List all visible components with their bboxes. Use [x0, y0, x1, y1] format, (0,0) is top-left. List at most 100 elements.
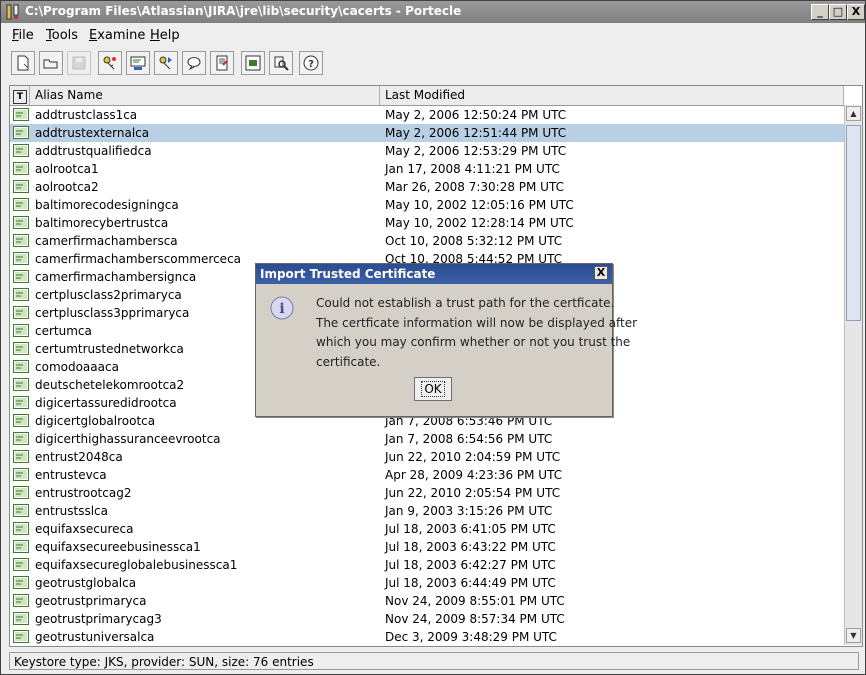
new-keystore-icon [17, 55, 29, 71]
help-button[interactable]: ? [299, 51, 323, 75]
table-row[interactable]: geotrustprimarycag3 Nov 24, 2009 8:57:34 … [10, 610, 844, 628]
modified-cell: Mar 26, 2008 7:30:28 PM UTC [385, 180, 564, 194]
table-row[interactable]: equifaxsecureebusinessca1 Jul 18, 2003 6:… [10, 538, 844, 556]
trusted-certificate-icon [13, 522, 29, 535]
menu-examine[interactable]: Examine [89, 28, 145, 43]
trusted-certificate-icon [13, 180, 29, 193]
alias-cell: certplusclass3pprimaryca [35, 306, 190, 320]
trusted-certificate-icon [13, 396, 29, 409]
menu-file[interactable]: File [12, 28, 34, 43]
trusted-certificate-icon [13, 252, 29, 265]
table-row[interactable]: entrustsslca Jan 9, 2003 3:15:26 PM UTC [10, 502, 844, 520]
table-row[interactable]: geotrustuniversalca Dec 3, 2009 3:48:29 P… [10, 628, 844, 646]
table-row[interactable]: entrustrootcag2 Jun 22, 2010 2:05:54 PM U… [10, 484, 844, 502]
menu-file-label: ile [18, 28, 34, 43]
alias-cell: digicerthighassuranceevrootca [35, 432, 221, 446]
trusted-certificate-icon [13, 504, 29, 517]
trusted-certificate-icon [13, 342, 29, 355]
maximize-button[interactable]: □ [829, 4, 847, 20]
close-button[interactable]: X [847, 4, 865, 20]
examine-certificate-button[interactable] [210, 51, 234, 75]
alias-cell: comodoaaaca [35, 360, 119, 374]
minimize-button[interactable]: _ [811, 4, 829, 20]
modified-cell: Jan 9, 2003 3:15:26 PM UTC [385, 504, 553, 518]
alias-cell: geotrustglobalca [35, 576, 137, 590]
set-password-icon [274, 56, 289, 71]
dialog-titlebar[interactable]: Import Trusted Certificate X [256, 264, 612, 284]
modified-column-header[interactable]: Last Modified [380, 86, 844, 105]
dialog-message-line: The certficate information will now be d… [316, 315, 638, 330]
table-header: T Alias Name Last Modified [10, 86, 844, 106]
svg-text:?: ? [308, 59, 314, 70]
trusted-certificate-icon [13, 306, 29, 319]
table-row[interactable]: addtrustexternalca May 2, 2006 12:51:44 P… [10, 124, 844, 142]
keystore-report-button[interactable] [182, 51, 206, 75]
trusted-certificate-icon [13, 144, 29, 157]
modified-cell: Jul 18, 2003 6:44:49 PM UTC [385, 576, 556, 590]
trusted-certificate-icon [13, 414, 29, 427]
table-row[interactable]: geotrustprimaryca Nov 24, 2009 8:55:01 PM… [10, 592, 844, 610]
alias-cell: addtrustexternalca [35, 126, 150, 140]
alias-cell: entrustevca [35, 468, 107, 482]
table-row[interactable]: aolrootca1 Jan 17, 2008 4:11:21 PM UTC [10, 160, 844, 178]
table-row[interactable]: baltimorecodesigningca May 10, 2002 12:05… [10, 196, 844, 214]
table-row[interactable]: equifaxsecureglobalebusinessca1 Jul 18, 2… [10, 556, 844, 574]
import-keypair-button[interactable] [154, 51, 178, 75]
table-row[interactable]: addtrustclass1ca May 2, 2006 12:50:24 PM … [10, 106, 844, 124]
alias-cell: digicertglobalrootca [35, 414, 156, 428]
set-password-button[interactable] [269, 51, 293, 75]
modified-cell: Jul 18, 2003 6:43:22 PM UTC [385, 540, 556, 554]
generate-keypair-button[interactable] [98, 51, 122, 75]
scroll-thumb[interactable] [846, 125, 861, 321]
menu-help[interactable]: Help [150, 28, 180, 43]
trusted-certificate-icon [13, 468, 29, 481]
ok-button[interactable]: OK [414, 377, 452, 401]
modified-cell: Nov 24, 2009 8:55:01 PM UTC [385, 594, 565, 608]
modified-cell: Jan 7, 2008 6:54:56 PM UTC [385, 432, 553, 446]
modified-cell: May 2, 2006 12:51:44 PM UTC [385, 126, 567, 140]
alias-column-header[interactable]: Alias Name [30, 86, 380, 105]
open-keystore-icon [43, 59, 58, 69]
trusted-certificate-icon [13, 450, 29, 463]
alias-cell: entrust2048ca [35, 450, 123, 464]
examine-certificate-icon [216, 55, 228, 71]
table-row[interactable]: aolrootca2 Mar 26, 2008 7:30:28 PM UTC [10, 178, 844, 196]
modified-cell: Apr 28, 2009 4:23:36 PM UTC [385, 468, 563, 482]
table-row[interactable]: geotrustglobalca Jul 18, 2003 6:44:49 PM … [10, 574, 844, 592]
trusted-certificate-icon [13, 108, 29, 121]
trusted-certificate-icon [13, 162, 29, 175]
modified-cell: Jan 17, 2008 4:11:21 PM UTC [385, 162, 560, 176]
alias-cell: equifaxsecureebusinessca1 [35, 540, 201, 554]
trusted-certificate-icon [13, 216, 29, 229]
menu-tools[interactable]: Tools [46, 28, 78, 43]
save-keystore-button[interactable] [67, 51, 91, 75]
trusted-certificate-icon [13, 198, 29, 211]
table-row[interactable]: addtrustqualifiedca May 2, 2006 12:53:29 … [10, 142, 844, 160]
status-bar: Keystore type: JKS, provider: SUN, size:… [9, 652, 859, 670]
trusted-certificate-icon [13, 288, 29, 301]
new-keystore-button[interactable] [11, 51, 35, 75]
import-keypair-icon [159, 56, 172, 70]
table-row[interactable]: digicerthighassuranceevrootca Jan 7, 2008… [10, 430, 844, 448]
table-row[interactable]: baltimorecybertrustca May 10, 2002 12:28:… [10, 214, 844, 232]
modified-cell: Jul 18, 2003 6:42:27 PM UTC [385, 558, 556, 572]
table-row[interactable]: entrust2048ca Jun 22, 2010 2:04:59 PM UTC [10, 448, 844, 466]
window-titlebar[interactable]: C:\Program Files\Atlassian\JIRA\jre\lib\… [1, 1, 865, 23]
portecle-app-icon [6, 4, 19, 20]
dialog-close-button[interactable]: X [594, 266, 608, 280]
open-keystore-button[interactable] [39, 51, 63, 75]
scroll-up-button[interactable]: ▲ [846, 106, 861, 121]
table-row[interactable]: entrustevca Apr 28, 2009 4:23:36 PM UTC [10, 466, 844, 484]
modified-cell: Oct 10, 2008 5:32:12 PM UTC [385, 234, 563, 248]
import-trusted-cert-button[interactable] [126, 51, 150, 75]
trusted-certificate-icon [13, 630, 29, 643]
scroll-down-button[interactable]: ▼ [846, 628, 861, 643]
table-row[interactable]: camerfirmachambersca Oct 10, 2008 5:32:12… [10, 232, 844, 250]
vertical-scrollbar[interactable]: ▲ ▼ [844, 105, 862, 645]
examine-crl-button[interactable] [241, 51, 265, 75]
type-column-header[interactable]: T [10, 86, 30, 105]
table-row[interactable]: equifaxsecureca Jul 18, 2003 6:41:05 PM U… [10, 520, 844, 538]
modified-cell: Nov 24, 2009 8:57:34 PM UTC [385, 612, 565, 626]
dialog-title: Import Trusted Certificate [260, 267, 436, 281]
alias-cell: addtrustqualifiedca [35, 144, 152, 158]
